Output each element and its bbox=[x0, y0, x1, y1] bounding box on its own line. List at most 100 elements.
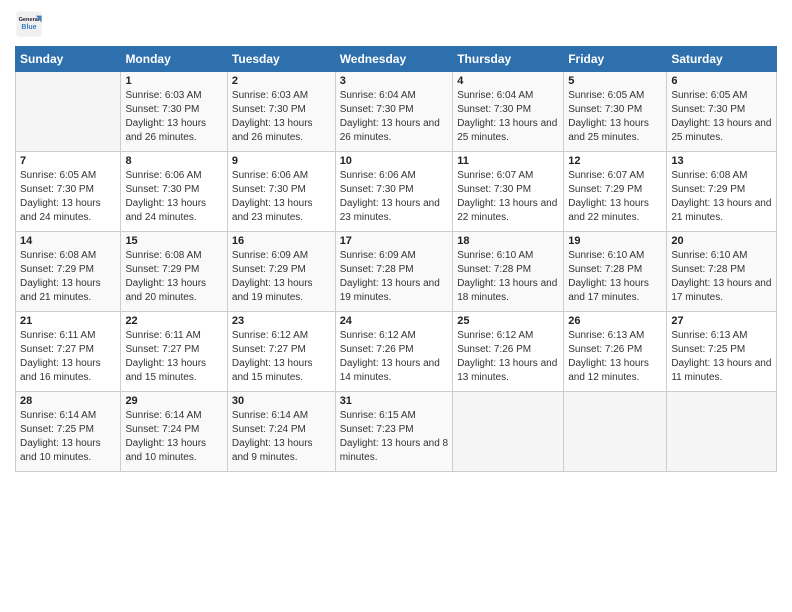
day-number: 24 bbox=[340, 315, 449, 327]
day-number: 2 bbox=[232, 75, 331, 87]
day-number: 19 bbox=[568, 235, 662, 247]
calendar-cell: 10 Sunrise: 6:06 AMSunset: 7:30 PMDayligh… bbox=[335, 152, 453, 232]
day-content: Sunrise: 6:05 AMSunset: 7:30 PMDaylight:… bbox=[568, 89, 662, 145]
calendar-cell: 23 Sunrise: 6:12 AMSunset: 7:27 PMDayligh… bbox=[227, 312, 335, 392]
calendar-cell bbox=[564, 392, 667, 472]
day-number: 28 bbox=[20, 395, 116, 407]
page-header: General Blue bbox=[15, 10, 777, 38]
calendar-cell: 19 Sunrise: 6:10 AMSunset: 7:28 PMDayligh… bbox=[564, 232, 667, 312]
calendar-cell: 26 Sunrise: 6:13 AMSunset: 7:26 PMDayligh… bbox=[564, 312, 667, 392]
calendar-cell: 8 Sunrise: 6:06 AMSunset: 7:30 PMDaylight… bbox=[121, 152, 227, 232]
day-content: Sunrise: 6:04 AMSunset: 7:30 PMDaylight:… bbox=[457, 89, 559, 145]
day-number: 11 bbox=[457, 155, 559, 167]
day-content: Sunrise: 6:07 AMSunset: 7:30 PMDaylight:… bbox=[457, 169, 559, 225]
day-content: Sunrise: 6:10 AMSunset: 7:28 PMDaylight:… bbox=[671, 249, 772, 305]
calendar-week-row: 28 Sunrise: 6:14 AMSunset: 7:25 PMDayligh… bbox=[16, 392, 777, 472]
day-number: 10 bbox=[340, 155, 449, 167]
day-content: Sunrise: 6:06 AMSunset: 7:30 PMDaylight:… bbox=[232, 169, 331, 225]
day-content: Sunrise: 6:15 AMSunset: 7:23 PMDaylight:… bbox=[340, 409, 449, 465]
day-number: 15 bbox=[125, 235, 222, 247]
calendar-header-row: SundayMondayTuesdayWednesdayThursdayFrid… bbox=[16, 47, 777, 72]
calendar-cell: 31 Sunrise: 6:15 AMSunset: 7:23 PMDayligh… bbox=[335, 392, 453, 472]
day-content: Sunrise: 6:05 AMSunset: 7:30 PMDaylight:… bbox=[671, 89, 772, 145]
day-content: Sunrise: 6:07 AMSunset: 7:29 PMDaylight:… bbox=[568, 169, 662, 225]
day-content: Sunrise: 6:14 AMSunset: 7:24 PMDaylight:… bbox=[232, 409, 331, 465]
day-number: 26 bbox=[568, 315, 662, 327]
calendar-cell: 20Sunrise: 6:10 AMSunset: 7:28 PMDayligh… bbox=[667, 232, 777, 312]
day-number: 25 bbox=[457, 315, 559, 327]
day-header-thursday: Thursday bbox=[453, 47, 564, 72]
calendar-cell: 1Sunrise: 6:03 AMSunset: 7:30 PMDaylight… bbox=[121, 72, 227, 152]
day-header-friday: Friday bbox=[564, 47, 667, 72]
day-content: Sunrise: 6:03 AMSunset: 7:30 PMDaylight:… bbox=[232, 89, 331, 145]
calendar-cell bbox=[16, 72, 121, 152]
calendar-cell: 17 Sunrise: 6:09 AMSunset: 7:28 PMDayligh… bbox=[335, 232, 453, 312]
day-number: 21 bbox=[20, 315, 116, 327]
calendar-cell: 3 Sunrise: 6:04 AMSunset: 7:30 PMDaylight… bbox=[335, 72, 453, 152]
day-content: Sunrise: 6:14 AMSunset: 7:24 PMDaylight:… bbox=[125, 409, 222, 465]
day-number: 17 bbox=[340, 235, 449, 247]
svg-text:General: General bbox=[19, 17, 40, 23]
calendar-week-row: 7Sunrise: 6:05 AMSunset: 7:30 PMDaylight… bbox=[16, 152, 777, 232]
calendar-cell: 29 Sunrise: 6:14 AMSunset: 7:24 PMDayligh… bbox=[121, 392, 227, 472]
calendar-week-row: 1 Sunrise: 6:03 AMSunset: 7:30 PMDaylight… bbox=[16, 72, 777, 152]
day-content: Sunrise: 6:11 AMSunset: 7:27 PMDaylight:… bbox=[125, 329, 222, 385]
day-content: Sunrise: 6:14 AMSunset: 7:25 PMDaylight:… bbox=[20, 409, 116, 465]
calendar-cell: 7Sunrise: 6:05 AMSunset: 7:30 PMDaylight… bbox=[16, 152, 121, 232]
calendar-cell: 2 Sunrise: 6:03 AMSunset: 7:30 PMDaylight… bbox=[227, 72, 335, 152]
calendar-cell: 4Sunrise: 6:04 AMSunset: 7:30 PMDaylight… bbox=[453, 72, 564, 152]
day-number: 14 bbox=[20, 235, 116, 247]
calendar-week-row: 21 Sunrise: 6:11 AMSunset: 7:27 PMDayligh… bbox=[16, 312, 777, 392]
day-content: Sunrise: 6:13 AMSunset: 7:26 PMDaylight:… bbox=[568, 329, 662, 385]
calendar-cell: 11 Sunrise: 6:07 AMSunset: 7:30 PMDayligh… bbox=[453, 152, 564, 232]
calendar-cell: 21 Sunrise: 6:11 AMSunset: 7:27 PMDayligh… bbox=[16, 312, 121, 392]
day-content: Sunrise: 6:06 AMSunset: 7:30 PMDaylight:… bbox=[125, 169, 222, 225]
day-content: Sunrise: 6:08 AMSunset: 7:29 PMDaylight:… bbox=[20, 249, 116, 305]
day-content: Sunrise: 6:08 AMSunset: 7:29 PMDaylight:… bbox=[671, 169, 772, 225]
day-number: 5 bbox=[568, 75, 662, 87]
day-content: Sunrise: 6:04 AMSunset: 7:30 PMDaylight:… bbox=[340, 89, 449, 145]
day-content: Sunrise: 6:11 AMSunset: 7:27 PMDaylight:… bbox=[20, 329, 116, 385]
calendar-cell: 6 Sunrise: 6:05 AMSunset: 7:30 PMDaylight… bbox=[667, 72, 777, 152]
day-number: 12 bbox=[568, 155, 662, 167]
calendar-cell: 25 Sunrise: 6:12 AMSunset: 7:26 PMDayligh… bbox=[453, 312, 564, 392]
day-header-wednesday: Wednesday bbox=[335, 47, 453, 72]
logo-icon: General Blue bbox=[15, 10, 43, 38]
day-content: Sunrise: 6:08 AMSunset: 7:29 PMDaylight:… bbox=[125, 249, 222, 305]
day-number: 8 bbox=[125, 155, 222, 167]
day-content: Sunrise: 6:06 AMSunset: 7:30 PMDaylight:… bbox=[340, 169, 449, 225]
calendar-cell: 5 Sunrise: 6:05 AMSunset: 7:30 PMDaylight… bbox=[564, 72, 667, 152]
day-number: 13 bbox=[671, 155, 772, 167]
day-number: 6 bbox=[671, 75, 772, 87]
calendar-cell: 28 Sunrise: 6:14 AMSunset: 7:25 PMDayligh… bbox=[16, 392, 121, 472]
calendar-cell: 16 Sunrise: 6:09 AMSunset: 7:29 PMDayligh… bbox=[227, 232, 335, 312]
logo: General Blue bbox=[15, 10, 47, 38]
day-content: Sunrise: 6:09 AMSunset: 7:28 PMDaylight:… bbox=[340, 249, 449, 305]
day-content: Sunrise: 6:12 AMSunset: 7:27 PMDaylight:… bbox=[232, 329, 331, 385]
svg-text:Blue: Blue bbox=[21, 24, 36, 31]
calendar-cell: 30 Sunrise: 6:14 AMSunset: 7:24 PMDayligh… bbox=[227, 392, 335, 472]
day-content: Sunrise: 6:10 AMSunset: 7:28 PMDaylight:… bbox=[568, 249, 662, 305]
day-number: 31 bbox=[340, 395, 449, 407]
calendar-table: SundayMondayTuesdayWednesdayThursdayFrid… bbox=[15, 46, 777, 472]
day-number: 9 bbox=[232, 155, 331, 167]
calendar-cell: 12 Sunrise: 6:07 AMSunset: 7:29 PMDayligh… bbox=[564, 152, 667, 232]
calendar-cell: 27Sunrise: 6:13 AMSunset: 7:25 PMDayligh… bbox=[667, 312, 777, 392]
day-content: Sunrise: 6:09 AMSunset: 7:29 PMDaylight:… bbox=[232, 249, 331, 305]
day-number: 22 bbox=[125, 315, 222, 327]
calendar-cell: 9 Sunrise: 6:06 AMSunset: 7:30 PMDaylight… bbox=[227, 152, 335, 232]
calendar-cell: 22 Sunrise: 6:11 AMSunset: 7:27 PMDayligh… bbox=[121, 312, 227, 392]
day-number: 3 bbox=[340, 75, 449, 87]
calendar-cell: 24Sunrise: 6:12 AMSunset: 7:26 PMDayligh… bbox=[335, 312, 453, 392]
day-number: 1 bbox=[125, 75, 222, 87]
day-content: Sunrise: 6:12 AMSunset: 7:26 PMDaylight:… bbox=[457, 329, 559, 385]
day-number: 7 bbox=[20, 155, 116, 167]
day-number: 29 bbox=[125, 395, 222, 407]
day-number: 16 bbox=[232, 235, 331, 247]
calendar-week-row: 14 Sunrise: 6:08 AMSunset: 7:29 PMDayligh… bbox=[16, 232, 777, 312]
day-number: 30 bbox=[232, 395, 331, 407]
calendar-cell bbox=[453, 392, 564, 472]
day-content: Sunrise: 6:10 AMSunset: 7:28 PMDaylight:… bbox=[457, 249, 559, 305]
day-header-monday: Monday bbox=[121, 47, 227, 72]
day-number: 23 bbox=[232, 315, 331, 327]
